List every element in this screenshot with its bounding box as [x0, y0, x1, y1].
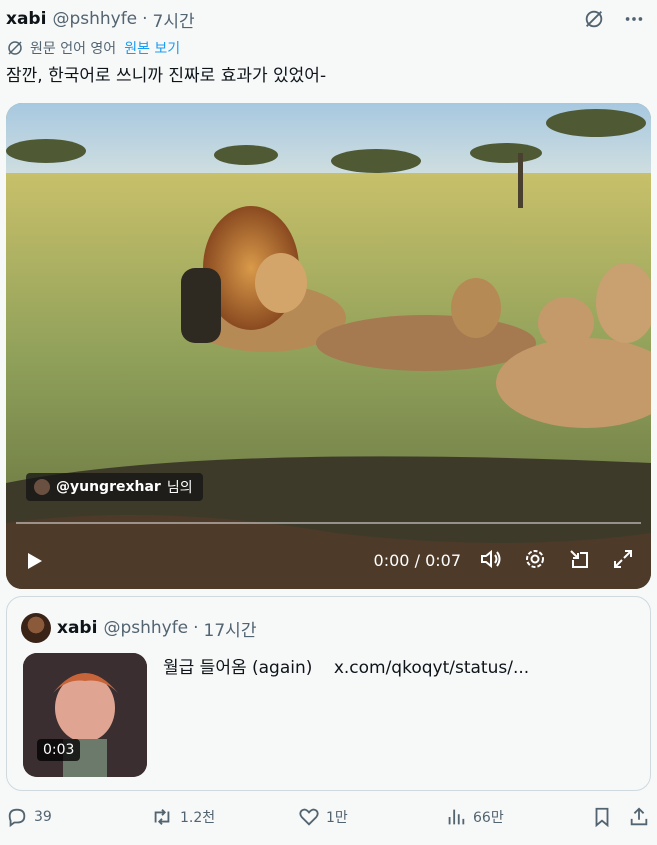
translation-bar: 원문 언어 영어 원본 보기: [6, 37, 180, 59]
time-total: 0:07: [425, 551, 461, 570]
views-button[interactable]: 66만: [445, 806, 504, 828]
author-name[interactable]: xabi: [6, 9, 46, 29]
video-progress-bar[interactable]: [16, 522, 641, 524]
play-icon[interactable]: [24, 551, 44, 575]
fullscreen-icon[interactable]: [611, 547, 635, 571]
tweet-actions: 39 1.2천 1만 66만: [0, 806, 657, 838]
tweet-header: xabi @pshhyfe · 7시간: [6, 6, 195, 32]
video-time: 0:00 / 0:07: [374, 551, 461, 570]
video-frame-lions: [6, 103, 651, 589]
video-player[interactable]: @yungrexhar 님의 0:00 / 0:07: [6, 103, 651, 589]
like-button[interactable]: 1만: [298, 806, 348, 828]
time-current: 0:00: [373, 551, 410, 570]
grok-icon[interactable]: [581, 6, 607, 32]
share-icon: [630, 807, 648, 826]
header-separator: ·: [142, 9, 148, 29]
credit-handle: @yungrexhar: [56, 479, 161, 495]
thumbnail-duration: 0:03: [37, 739, 81, 761]
header-actions: [581, 6, 647, 32]
credit-suffix: 님의: [166, 480, 193, 496]
view-count: 66만: [473, 810, 504, 826]
quote-author-handle[interactable]: @pshhyfe: [103, 618, 188, 638]
retweet-count: 1.2천: [180, 810, 216, 826]
reply-icon: [8, 808, 26, 828]
bookmark-icon: [595, 807, 609, 828]
video-control-icons: [479, 547, 635, 571]
time-separator: /: [414, 551, 420, 570]
quote-link[interactable]: x.com/qkoqyt/status/...: [334, 658, 529, 678]
translation-label: 원문 언어 영어: [30, 41, 117, 57]
quote-body: 월급 들어옴 (again): [163, 658, 313, 678]
quote-time[interactable]: 17시간: [204, 616, 257, 641]
quote-separator: ·: [193, 618, 199, 638]
video-controls: 0:00 / 0:07: [6, 543, 651, 579]
author-handle[interactable]: @pshhyfe: [52, 9, 137, 29]
show-original-link[interactable]: 원본 보기: [124, 38, 180, 58]
tweet-time[interactable]: 7시간: [153, 7, 195, 32]
quote-author-name[interactable]: xabi: [57, 618, 97, 638]
share-button[interactable]: [628, 806, 656, 828]
quoted-tweet[interactable]: xabi @pshhyfe · 17시간 0:03 월급 들어옴 (again)…: [6, 596, 651, 791]
quote-video-thumbnail[interactable]: 0:03: [23, 653, 147, 777]
more-icon[interactable]: [621, 6, 647, 32]
translate-icon: [8, 41, 22, 55]
avatar[interactable]: [21, 613, 51, 643]
volume-icon[interactable]: [479, 547, 503, 571]
tweet-text: 잠깐, 한국어로 쓰니까 진짜로 효과가 있었어-: [6, 66, 327, 86]
retweet-icon: [154, 809, 170, 825]
settings-icon[interactable]: [523, 547, 547, 571]
pip-icon[interactable]: [567, 547, 591, 571]
reply-count: 39: [34, 809, 52, 825]
video-credit[interactable]: @yungrexhar 님의: [26, 473, 203, 501]
like-count: 1만: [326, 810, 348, 826]
views-icon: [448, 809, 465, 825]
reply-button[interactable]: 39: [6, 806, 52, 828]
quote-text: 월급 들어옴 (again) x.com/qkoqyt/status/...: [163, 653, 545, 678]
quote-header: xabi @pshhyfe · 17시간: [21, 613, 256, 643]
heart-icon: [299, 808, 319, 826]
bookmark-button[interactable]: [591, 806, 619, 828]
credit-avatar: [34, 479, 50, 495]
retweet-button[interactable]: 1.2천: [150, 806, 215, 828]
